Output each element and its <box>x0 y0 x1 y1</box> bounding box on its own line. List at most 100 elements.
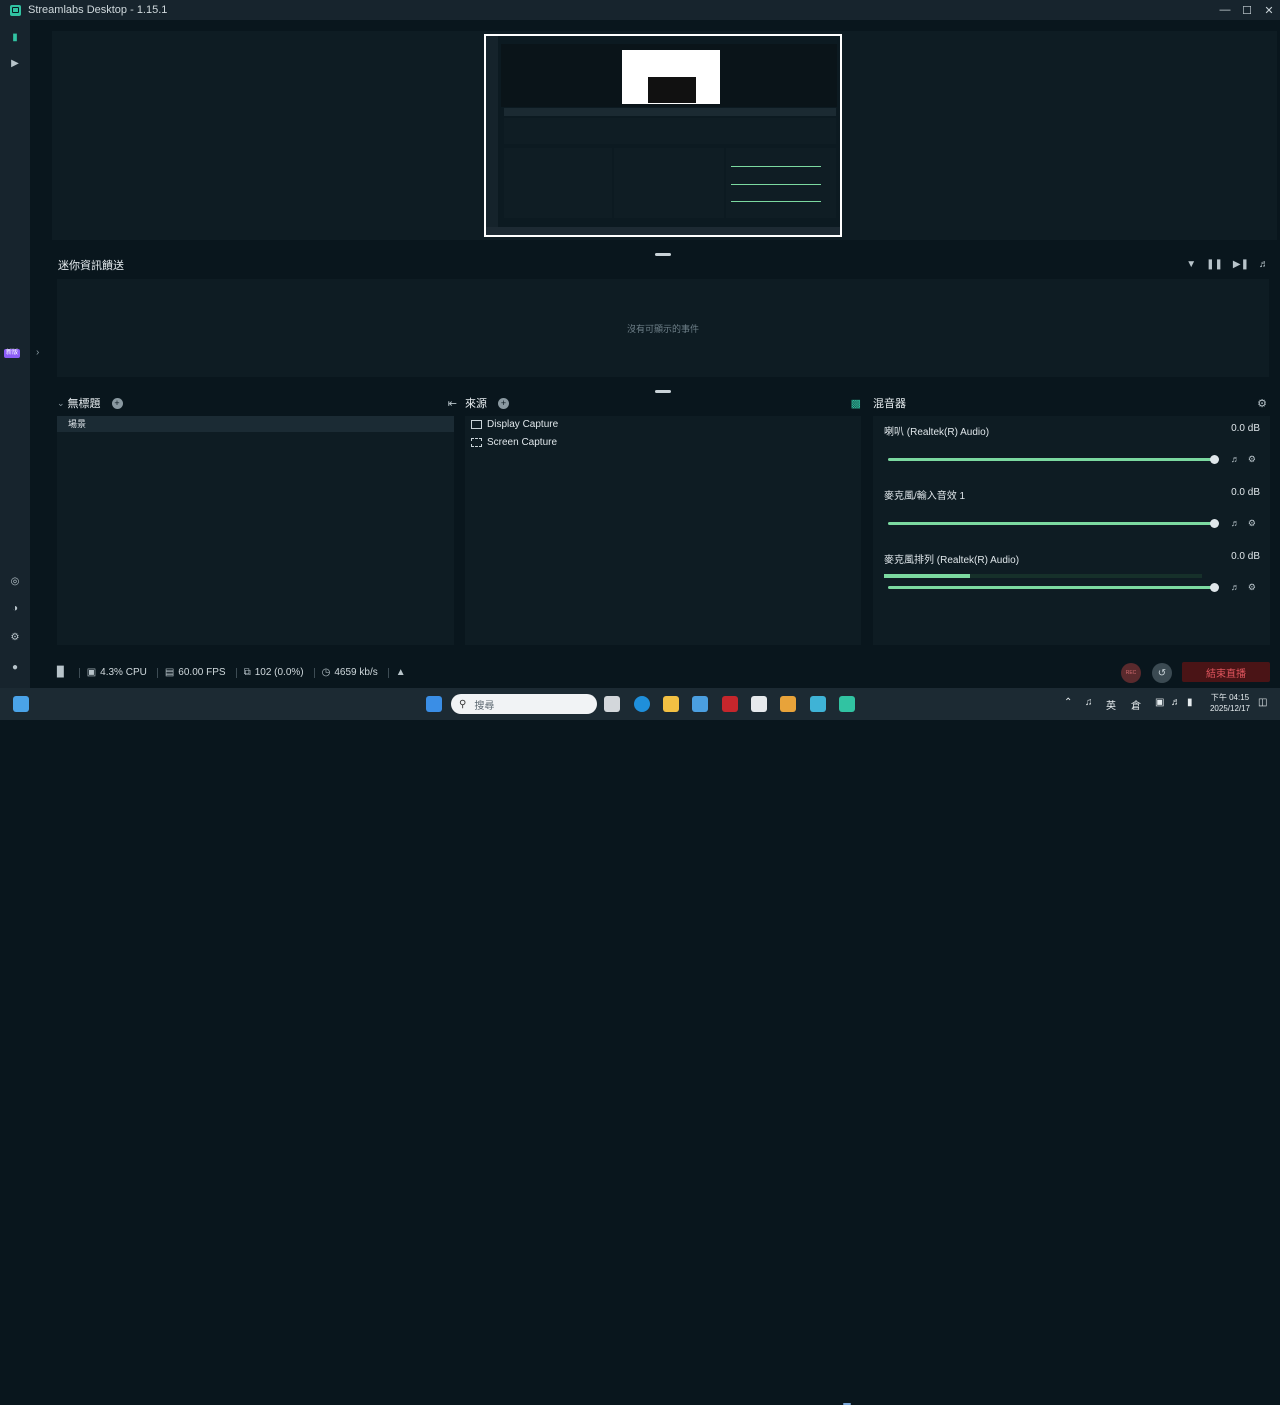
mixer-channel-db: 0.0 dB <box>1231 487 1260 498</box>
streamlabs-taskbar-icon[interactable] <box>839 696 855 712</box>
channel-settings-icon[interactable]: ⚙ <box>1248 454 1256 465</box>
mixer-header: 混音器 ⚙ <box>873 395 1271 411</box>
notepad-icon[interactable] <box>810 696 826 712</box>
widgets-icon[interactable] <box>13 696 29 712</box>
skip-icon[interactable]: ▶❚ <box>1233 259 1249 270</box>
mute-icon[interactable]: ♬ <box>1231 582 1240 593</box>
add-scene-icon[interactable]: + <box>111 397 123 409</box>
preview-screenshot <box>484 34 842 237</box>
volume-slider-knob[interactable] <box>1210 455 1219 464</box>
clock-date: 2025/12/17 <box>1209 704 1251 713</box>
add-source-icon[interactable]: + <box>498 397 509 409</box>
cpu-icon: ▣ <box>86 667 97 678</box>
events-title: 迷你資訊饋送 <box>58 260 124 272</box>
pause-icon[interactable]: ❚❚ <box>1206 259 1223 270</box>
channel-settings-icon[interactable]: ⚙ <box>1248 518 1256 529</box>
mute-icon[interactable]: ♬ <box>1231 454 1240 465</box>
profile-icon[interactable]: ● <box>9 661 21 673</box>
notification-bell-icon[interactable]: ▲ <box>396 667 406 678</box>
tray-overflow-icon[interactable]: ⌃ <box>1064 697 1072 708</box>
volume-slider[interactable] <box>888 586 1216 589</box>
title-bar: Streamlabs Desktop - 1.15.1 — ☐ ✕ <box>0 0 1280 20</box>
sources-title: 來源 <box>465 398 487 410</box>
mixer-title: 混音器 <box>873 398 906 410</box>
cpu-usage: 4.3% CPU <box>100 667 147 678</box>
task-view-icon[interactable] <box>604 696 620 712</box>
taskbar-clock[interactable]: 下午 04:15 2025/12/17 <box>1204 692 1256 714</box>
clock-time: 下午 04:15 <box>1210 693 1250 702</box>
chevron-down-icon[interactable]: ⌄ <box>57 398 65 409</box>
mixer-channel-db: 0.0 dB <box>1231 423 1260 434</box>
record-button[interactable]: REC <box>1121 663 1141 683</box>
edge-browser-icon[interactable] <box>634 696 650 712</box>
audio-level-fill <box>884 574 970 578</box>
left-sidebar: ▮ ▶ 新版 ◎ ◑ ⚙ ● <box>0 20 30 688</box>
speaker-icon[interactable]: ♬ <box>1171 697 1181 708</box>
network-icon[interactable]: ▣ <box>1155 697 1164 708</box>
editor-icon[interactable]: ▮ <box>9 31 21 43</box>
add-source-group-icon[interactable]: ▩ <box>851 397 861 410</box>
photos-icon[interactable] <box>751 696 767 712</box>
studio-mode-icon[interactable]: ◑ <box>9 602 21 614</box>
scenes-title[interactable]: 無標題 <box>68 395 101 411</box>
source-item[interactable]: Display Capture <box>471 416 558 432</box>
source-item[interactable]: Screen Capture <box>471 434 557 450</box>
media-player-icon[interactable] <box>780 696 796 712</box>
scene-item[interactable]: 場景 <box>57 416 454 432</box>
filter-icon[interactable]: ▼ <box>1186 259 1196 270</box>
events-empty-text: 沒有可顯示的事件 <box>626 323 699 334</box>
region-icon <box>471 437 482 447</box>
streamlabs-logo-icon <box>10 4 21 16</box>
minimize-button[interactable]: — <box>1214 0 1236 20</box>
store-icon[interactable] <box>692 696 708 712</box>
collapse-scenes-icon[interactable]: ⇤ <box>448 397 457 410</box>
battery-icon[interactable]: ▮ <box>1187 697 1193 708</box>
volume-slider[interactable] <box>888 522 1216 525</box>
dropped-frames: 102 (0.0%) <box>254 667 304 678</box>
window-title: Streamlabs Desktop - 1.15.1 <box>28 4 168 16</box>
windows-start-icon[interactable] <box>426 696 442 712</box>
events-feed: 沒有可顯示的事件 <box>57 279 1269 377</box>
mixer-channel-name: 麥克風排列 (Realtek(R) Audio) <box>884 555 1020 566</box>
search-placeholder: 搜尋 <box>474 700 495 712</box>
ime-mode[interactable]: 倉 <box>1131 697 1141 712</box>
ime-language[interactable]: 英 <box>1106 697 1116 712</box>
settings-icon[interactable]: ⚙ <box>9 631 21 643</box>
replay-buffer-button[interactable]: ↺ <box>1152 663 1172 683</box>
scenes-panel: 場景 <box>57 416 454 645</box>
file-explorer-icon[interactable] <box>663 696 679 712</box>
fps-value: 60.00 FPS <box>178 667 226 678</box>
mute-icon[interactable]: ♬ <box>1231 518 1240 529</box>
dashboard-icon[interactable]: ◎ <box>9 575 21 587</box>
dropped-frames-icon: ⧉ <box>243 667 251 678</box>
volume-slider-knob[interactable] <box>1210 519 1219 528</box>
search-icon: ⚲ <box>459 698 467 710</box>
fps-icon: ▤ <box>164 667 175 678</box>
taskbar-search-box[interactable]: ⚲ 搜尋 <box>451 694 597 714</box>
mixer-settings-icon[interactable]: ⚙ <box>1257 397 1267 410</box>
resize-handle[interactable] <box>655 390 671 393</box>
mixer-channel-db: 0.0 dB <box>1231 551 1260 562</box>
volume-slider-knob[interactable] <box>1210 583 1219 592</box>
mixer-panel: 喇叭 (Realtek(R) Audio) 0.0 dB ♬ ⚙ 麥克風/輸入音效… <box>873 416 1270 645</box>
expand-sidebar-icon[interactable]: › <box>36 347 39 358</box>
volume-slider[interactable] <box>888 458 1216 461</box>
volume-icon[interactable]: ♬ <box>1259 259 1269 270</box>
mixer-channel-name: 麥克風/輸入音效 1 <box>884 491 966 502</box>
scenes-header: ⌄ 無標題 + ⇤ <box>57 395 457 411</box>
close-button[interactable]: ✕ <box>1258 0 1280 20</box>
sources-panel: Display Capture Screen Capture <box>465 416 861 645</box>
channel-settings-icon[interactable]: ⚙ <box>1248 582 1256 593</box>
monitor-icon <box>471 419 482 429</box>
new-badge[interactable]: 新版 <box>4 349 20 358</box>
performance-icon[interactable]: ▉ <box>57 667 65 678</box>
acrobat-icon[interactable] <box>722 696 738 712</box>
notifications-icon[interactable]: ◫ <box>1258 697 1267 708</box>
microphone-icon[interactable]: ♫ <box>1085 697 1093 708</box>
live-icon[interactable]: ▶ <box>9 57 21 69</box>
audio-level-meter <box>884 574 1202 578</box>
bitrate-icon: ◷ <box>321 667 331 678</box>
maximize-button[interactable]: ☐ <box>1236 0 1258 20</box>
end-stream-button[interactable]: 結束直播 <box>1182 662 1270 682</box>
stream-preview[interactable] <box>52 31 1277 240</box>
